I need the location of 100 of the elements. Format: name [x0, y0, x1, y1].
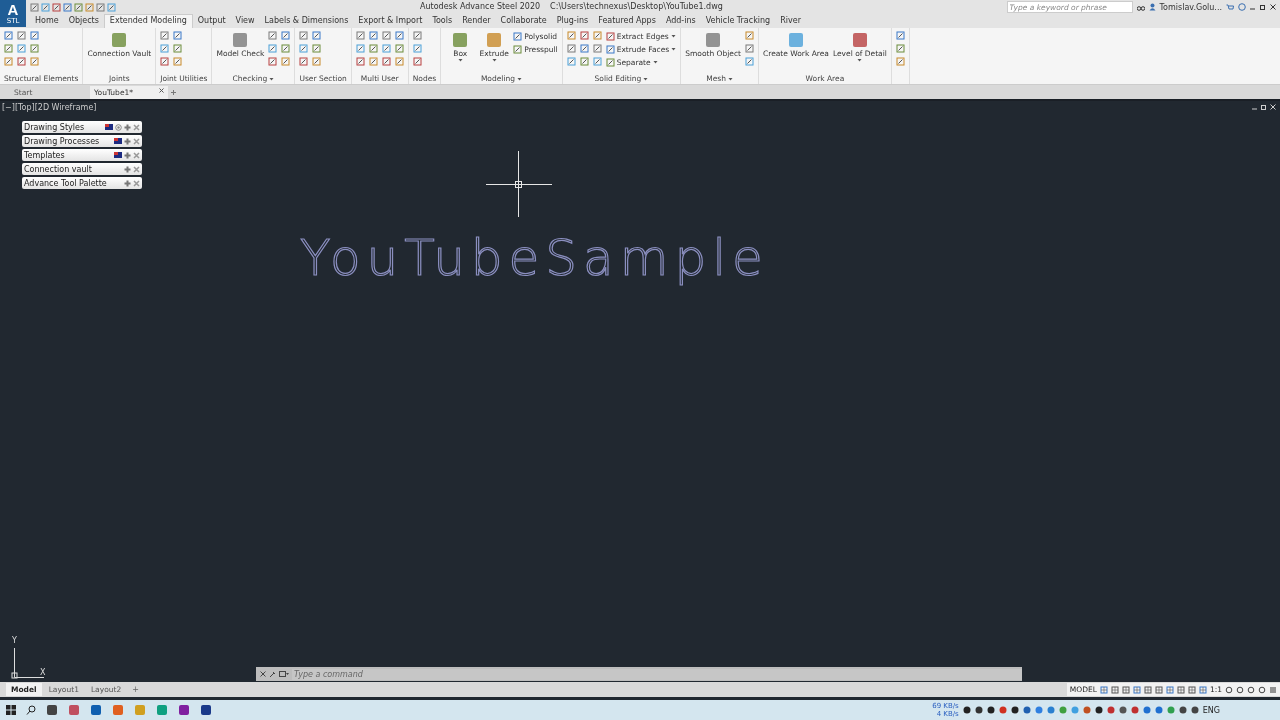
close-icon[interactable]: [1270, 4, 1276, 10]
tool-icon[interactable]: [394, 57, 404, 66]
viewport-label[interactable]: [−][Top][2D Wireframe]: [2, 103, 97, 112]
tool-icon[interactable]: [513, 31, 523, 41]
tool-icon[interactable]: [30, 57, 39, 66]
tool-icon[interactable]: [368, 44, 378, 53]
tool-icon[interactable]: [281, 44, 291, 53]
plus-icon[interactable]: [124, 137, 131, 145]
tool-icon[interactable]: [355, 57, 365, 66]
ribbon-tab[interactable]: Home: [30, 15, 64, 28]
command-line-field[interactable]: Type a command: [292, 668, 1022, 680]
tool-icon[interactable]: [312, 31, 322, 40]
tool-icon[interactable]: [17, 44, 26, 53]
plus-icon[interactable]: [124, 151, 131, 159]
plus-icon[interactable]: [124, 179, 131, 187]
search-icon[interactable]: [26, 705, 36, 715]
palette-item[interactable]: Connection vault: [22, 163, 142, 175]
ribbon-tab[interactable]: Vehicle Tracking: [700, 15, 776, 28]
tool-icon[interactable]: [394, 31, 404, 40]
tool-icon[interactable]: [30, 2, 39, 12]
tool-icon[interactable]: [173, 57, 183, 66]
app-icon[interactable]: [90, 704, 102, 716]
ribbon-tab[interactable]: Labels & Dimensions: [259, 15, 354, 28]
tool-icon[interactable]: [579, 44, 589, 53]
status-icon[interactable]: [1121, 685, 1130, 694]
plus-icon[interactable]: [124, 165, 131, 173]
status-icon[interactable]: [1176, 685, 1185, 694]
tool-icon[interactable]: [605, 44, 615, 54]
status-icon[interactable]: [1110, 685, 1119, 694]
tool-icon[interactable]: [355, 31, 365, 40]
tool-icon[interactable]: [173, 44, 183, 53]
tool-icon[interactable]: [745, 44, 754, 53]
tool-icon[interactable]: [579, 31, 589, 40]
app-icon[interactable]: [46, 704, 58, 716]
tool-icon[interactable]: [85, 2, 94, 12]
tool-icon[interactable]: [513, 44, 523, 54]
tool-icon[interactable]: [281, 57, 291, 66]
tool-icon[interactable]: [268, 31, 278, 40]
tool-icon[interactable]: [30, 44, 39, 53]
tool-icon[interactable]: [566, 31, 576, 40]
palette-item[interactable]: Drawing Processes: [22, 135, 142, 147]
add-layout-button[interactable]: +: [128, 685, 143, 694]
tool-icon[interactable]: [312, 44, 322, 53]
close-icon[interactable]: [159, 87, 164, 93]
tool-icon[interactable]: [107, 2, 116, 12]
tool-icon[interactable]: [412, 31, 422, 40]
caret-icon[interactable]: [269, 76, 275, 81]
tool-icon[interactable]: [381, 57, 391, 66]
tool-icon[interactable]: [368, 31, 378, 40]
tool-icon[interactable]: [41, 2, 50, 12]
ribbon-tab[interactable]: Export & Import: [353, 15, 428, 28]
ribbon-tab[interactable]: Output: [192, 15, 231, 28]
tool-icon[interactable]: [368, 57, 378, 66]
tool-icon[interactable]: [381, 44, 391, 53]
caret-icon[interactable]: [857, 58, 863, 62]
palette-item[interactable]: Advance Tool Palette: [22, 177, 142, 189]
add-tab-icon[interactable]: [170, 88, 177, 96]
caret-icon[interactable]: [728, 76, 733, 81]
status-icon[interactable]: [1165, 685, 1174, 694]
status-icon[interactable]: [1143, 685, 1152, 694]
status-icon[interactable]: [1132, 685, 1141, 694]
ribbon-tab[interactable]: Objects: [63, 15, 104, 28]
tool-icon[interactable]: [579, 57, 589, 66]
tool-icon[interactable]: [412, 44, 422, 53]
wrench-icon[interactable]: [269, 670, 276, 678]
tool-icon[interactable]: [96, 2, 105, 12]
tool-icon[interactable]: [745, 57, 754, 66]
tool-icon[interactable]: [412, 57, 422, 66]
ribbon-tab[interactable]: Collaborate: [495, 15, 552, 28]
tool-icon[interactable]: [173, 31, 183, 40]
language-indicator[interactable]: ENG: [1202, 705, 1220, 715]
tool-icon[interactable]: [592, 57, 602, 66]
caret-icon[interactable]: [652, 60, 658, 64]
flag-icon[interactable]: [114, 138, 122, 144]
tool-icon[interactable]: [592, 44, 602, 53]
ribbon-tab[interactable]: Plug-ins: [551, 15, 594, 28]
ribbon-tab[interactable]: Add-ins: [660, 15, 701, 28]
tool-icon[interactable]: [74, 2, 83, 12]
status-icon[interactable]: [1187, 685, 1196, 694]
tool-icon[interactable]: [895, 44, 905, 53]
tool-icon[interactable]: [4, 44, 13, 53]
tool-icon[interactable]: [52, 2, 61, 12]
app-icon[interactable]: [68, 704, 80, 716]
status-icon[interactable]: [1198, 685, 1207, 694]
tool-icon[interactable]: [394, 44, 404, 53]
caret-icon[interactable]: [491, 58, 497, 62]
app-icon[interactable]: [200, 704, 212, 716]
tool-icon[interactable]: [299, 57, 309, 66]
tool-icon[interactable]: [63, 2, 72, 12]
tool-icon[interactable]: [160, 31, 170, 40]
ribbon-tab[interactable]: Featured Apps: [593, 15, 661, 28]
tool-icon[interactable]: [268, 57, 278, 66]
tool-icon[interactable]: [605, 57, 615, 67]
status-icon[interactable]: [1154, 685, 1163, 694]
ribbon-tab[interactable]: Extended Modeling: [103, 14, 193, 28]
tool-icon[interactable]: [17, 57, 26, 66]
user-name[interactable]: Tomislav.Golu...: [1159, 2, 1222, 12]
tool-icon[interactable]: [160, 44, 170, 53]
binoculars-icon[interactable]: [1136, 3, 1145, 11]
flag-icon[interactable]: [105, 124, 113, 130]
